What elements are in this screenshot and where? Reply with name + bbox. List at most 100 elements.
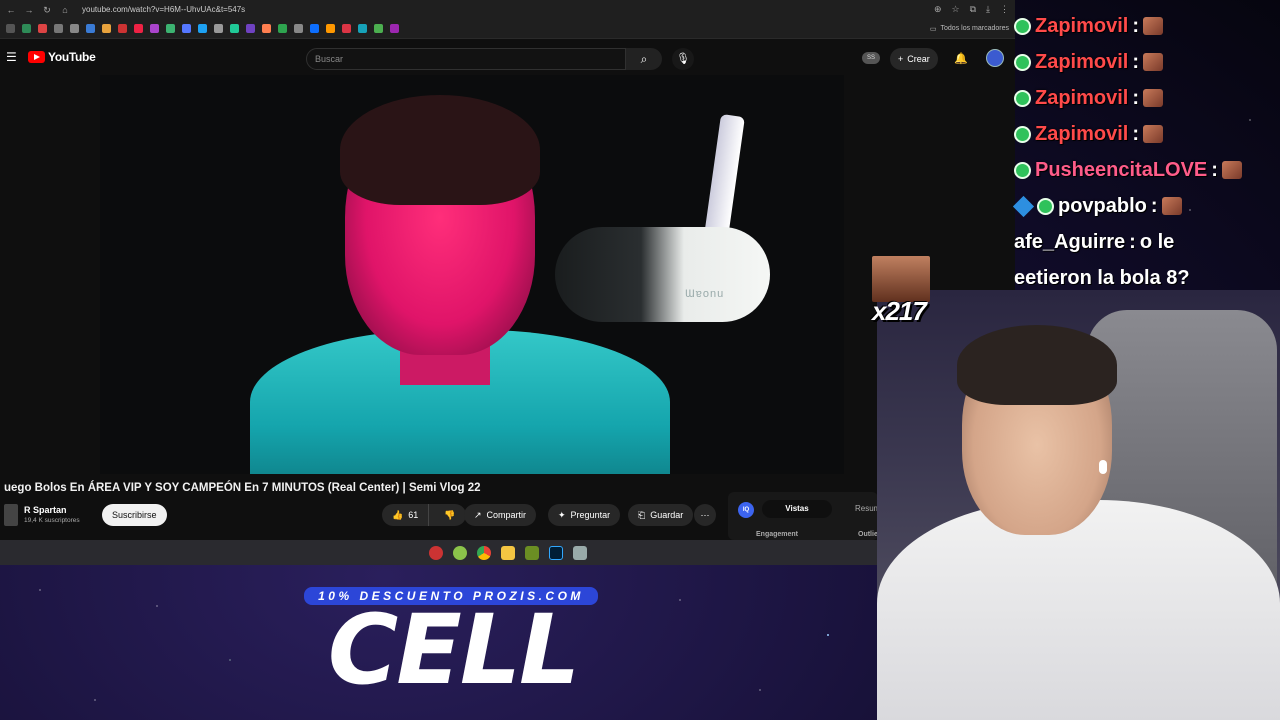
zoom-icon[interactable]: ⊕ bbox=[934, 4, 942, 15]
taskbar-app-icon[interactable] bbox=[524, 545, 539, 560]
bookmark-item[interactable] bbox=[54, 24, 63, 33]
taskbar-app-icon[interactable] bbox=[452, 545, 467, 560]
streamer-body bbox=[877, 500, 1280, 720]
search-button[interactable]: ⌕ bbox=[626, 48, 662, 70]
chat-username: Zapimovil bbox=[1035, 14, 1129, 37]
bookmark-item[interactable] bbox=[22, 24, 31, 33]
sub-badge-icon bbox=[1014, 89, 1031, 107]
chat-text: o le bbox=[1139, 230, 1175, 253]
bookmark-item[interactable] bbox=[38, 24, 47, 33]
vidiq-logo-icon[interactable]: IQ bbox=[738, 502, 754, 518]
save-label: Guardar bbox=[650, 510, 684, 520]
chat-username: povpablo bbox=[1058, 194, 1147, 217]
video-microphone bbox=[555, 227, 770, 322]
video-person-hair bbox=[340, 95, 540, 205]
sub-badge-icon bbox=[1014, 53, 1031, 71]
dislike-button[interactable]: 👎 bbox=[434, 504, 465, 526]
streamer-webcam bbox=[877, 290, 1280, 720]
forward-icon[interactable]: → bbox=[24, 5, 34, 15]
bookmark-item[interactable] bbox=[70, 24, 79, 33]
chat-message: Zapimovil: bbox=[1014, 80, 1280, 116]
bookmark-item[interactable] bbox=[230, 24, 239, 33]
chat-emote-icon bbox=[1143, 125, 1164, 143]
bookmark-item[interactable] bbox=[326, 24, 335, 33]
bookmark-item[interactable] bbox=[246, 24, 255, 33]
bookmark-item[interactable] bbox=[102, 24, 111, 33]
youtube-logo[interactable]: YouTube bbox=[28, 50, 96, 64]
address-bar: ← → ↻ ⌂ youtube.com/watch?v=H6M--UhvUAc&… bbox=[0, 0, 1015, 19]
star-icon[interactable]: ☆ bbox=[952, 4, 960, 15]
reload-icon[interactable]: ↻ bbox=[42, 5, 52, 15]
menu-icon[interactable]: ⋮ bbox=[1000, 4, 1009, 15]
extensions-icon[interactable]: ⧉ bbox=[970, 4, 976, 15]
bookmark-item[interactable] bbox=[358, 24, 367, 33]
ask-button[interactable]: ✦ Preguntar bbox=[548, 504, 621, 526]
chat-emote-icon bbox=[1143, 89, 1164, 107]
bookmark-item[interactable] bbox=[294, 24, 303, 33]
chat-username: Zapimovil bbox=[1035, 50, 1129, 73]
subscribe-button[interactable]: Suscribirse bbox=[102, 504, 167, 526]
channel-name[interactable]: R Spartan bbox=[24, 505, 67, 515]
download-icon[interactable]: ⤓ bbox=[986, 4, 990, 15]
share-label: Compartir bbox=[486, 510, 527, 520]
bookmark-item[interactable] bbox=[86, 24, 95, 33]
more-button[interactable]: ⋯ bbox=[694, 504, 716, 526]
chat-message: PusheencitaLOVE: bbox=[1014, 152, 1280, 188]
account-avatar[interactable] bbox=[986, 49, 1004, 67]
bookmark-item[interactable] bbox=[150, 24, 159, 33]
bookmark-item[interactable] bbox=[390, 24, 399, 33]
like-button[interactable]: 👍 61 bbox=[382, 504, 430, 526]
taskbar bbox=[0, 540, 1015, 565]
sub-badge-icon bbox=[1037, 197, 1054, 215]
bookmark-item[interactable] bbox=[310, 24, 319, 33]
chrome-icon[interactable] bbox=[476, 545, 491, 560]
bookmark-item[interactable] bbox=[118, 24, 127, 33]
browser-actions: ⊕ ☆ ⧉ ⤓ ⋮ bbox=[934, 4, 1009, 15]
analytics-side-panel: IQ Vistas Resum Engagement Outlie bbox=[728, 492, 880, 540]
chat-username: afe_Aguirre bbox=[1014, 230, 1126, 253]
home-icon[interactable]: ⌂ bbox=[60, 5, 70, 15]
all-bookmarks-label: Todos los marcadores bbox=[940, 25, 1009, 32]
taskbar-app-icon[interactable] bbox=[572, 545, 587, 560]
bookmark-item[interactable] bbox=[262, 24, 271, 33]
taskbar-app-icon[interactable] bbox=[428, 545, 443, 560]
search-input[interactable]: Buscar bbox=[306, 48, 626, 70]
folder-app-icon[interactable] bbox=[500, 545, 515, 560]
more-icon: ⋯ bbox=[700, 510, 710, 520]
hamburger-icon[interactable]: ☰ bbox=[6, 50, 20, 64]
chat-separator: : bbox=[1132, 14, 1140, 37]
bookmark-item[interactable] bbox=[374, 24, 383, 33]
bookmark-item[interactable] bbox=[166, 24, 175, 33]
chat-username: Zapimovil bbox=[1035, 86, 1129, 109]
bookmark-item[interactable] bbox=[342, 24, 351, 33]
video-player[interactable]: Ɯɐonu bbox=[100, 75, 844, 474]
bell-icon[interactable]: 🔔 bbox=[954, 52, 968, 65]
save-button[interactable]: ⎗ Guardar bbox=[628, 504, 694, 526]
ss-badge[interactable]: SS bbox=[862, 52, 880, 64]
bookmark-item[interactable] bbox=[198, 24, 207, 33]
share-button[interactable]: ↗ Compartir bbox=[464, 504, 537, 526]
tab-vistas[interactable]: Vistas bbox=[762, 500, 832, 518]
create-button[interactable]: + Crear bbox=[890, 48, 938, 70]
youtube-play-icon bbox=[28, 51, 45, 63]
sub-badge-icon bbox=[1014, 17, 1031, 35]
chat-message: Zapimovil: bbox=[1014, 8, 1280, 44]
bookmark-item[interactable] bbox=[278, 24, 287, 33]
bookmark-item[interactable] bbox=[214, 24, 223, 33]
back-icon[interactable]: ← bbox=[6, 5, 16, 15]
chat-separator: : bbox=[1150, 194, 1158, 217]
sub-badge-icon bbox=[1014, 125, 1031, 143]
all-bookmarks-folder[interactable]: ▭ Todos los marcadores bbox=[930, 25, 1009, 33]
bookmark-item[interactable] bbox=[6, 24, 15, 33]
bookmark-item[interactable] bbox=[182, 24, 191, 33]
bookmark-item[interactable] bbox=[134, 24, 143, 33]
url-field[interactable]: youtube.com/watch?v=H6M--UhvUAc&t=547s bbox=[82, 5, 245, 14]
photoshop-icon[interactable] bbox=[548, 545, 563, 560]
channel-avatar[interactable] bbox=[4, 504, 18, 526]
chat-message: afe_Aguirre: o le bbox=[1014, 224, 1280, 260]
chat-username: Zapimovil bbox=[1035, 122, 1129, 145]
chat-emote-icon bbox=[1143, 17, 1164, 35]
sub-badge-icon bbox=[1014, 161, 1031, 179]
chat-separator: : bbox=[1132, 50, 1140, 73]
voice-search-button[interactable]: 🎙 bbox=[672, 48, 694, 70]
